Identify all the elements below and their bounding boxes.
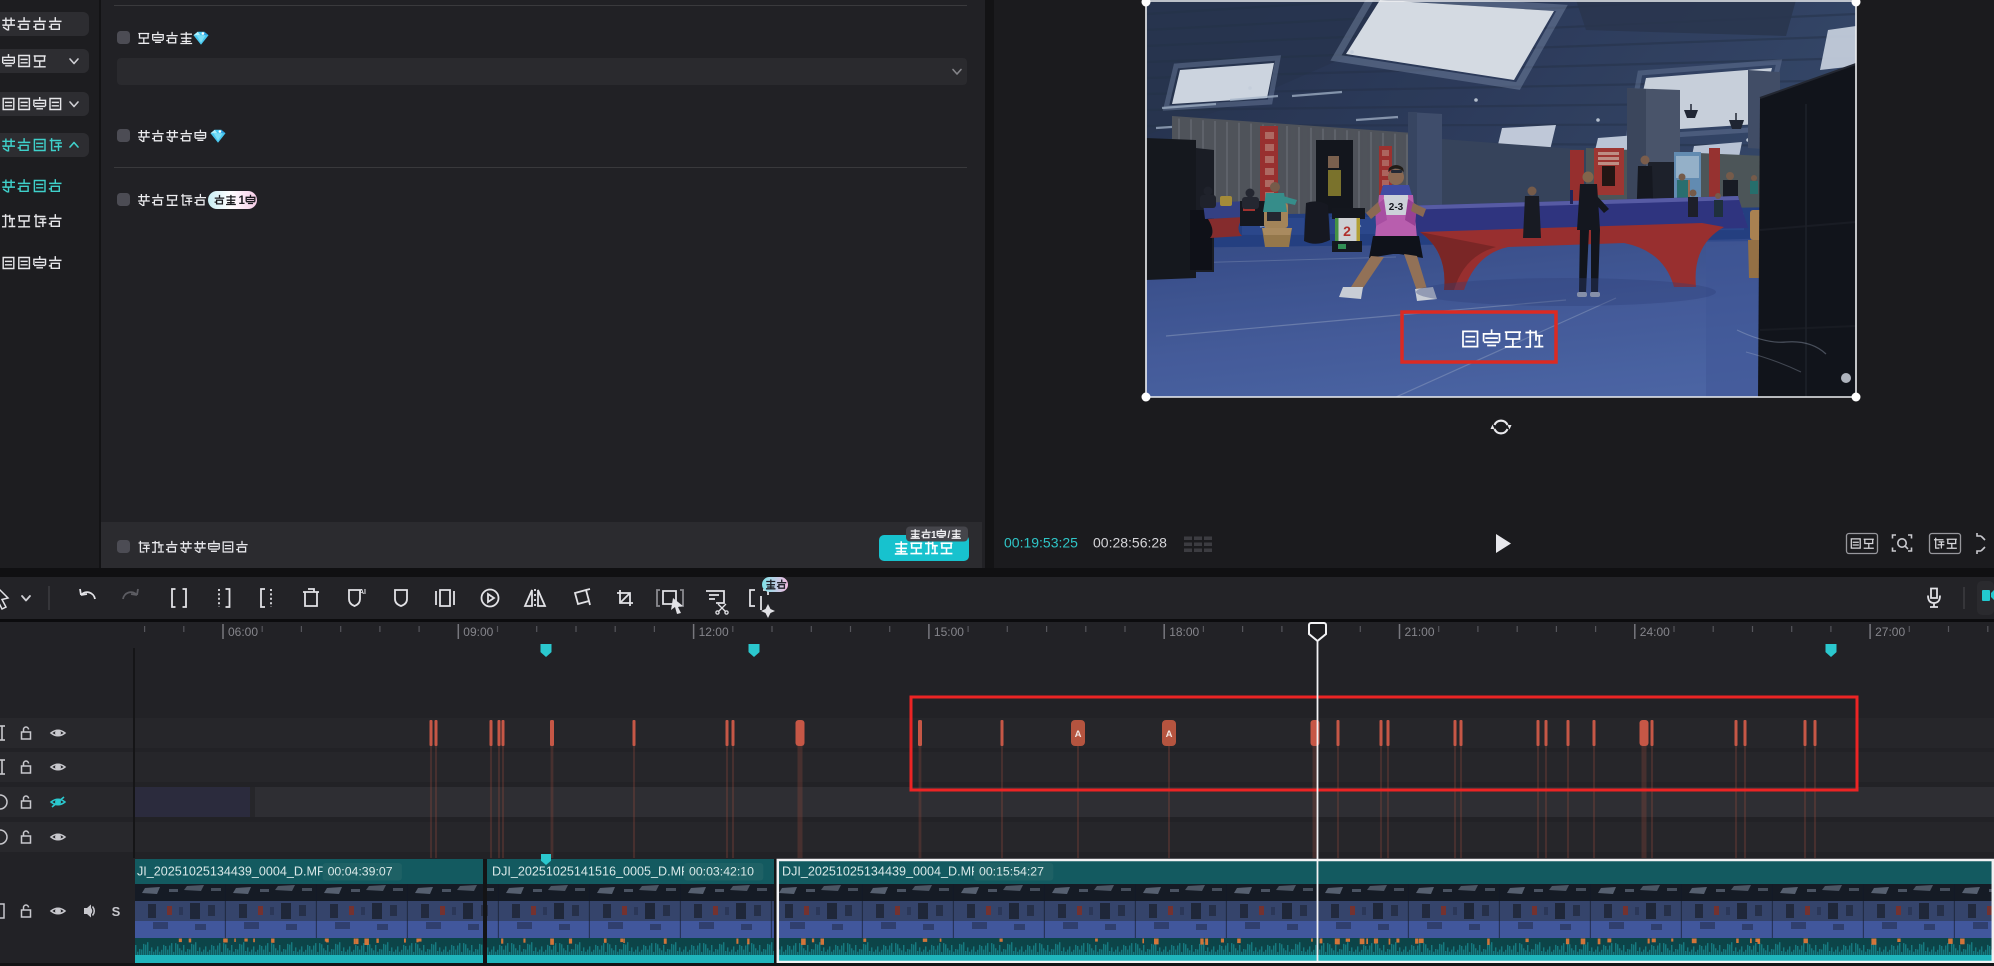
svg-text:27:00: 27:00 [1875,625,1905,639]
svg-text:15:00: 15:00 [934,625,964,639]
svg-text:00:19:53:25: 00:19:53:25 [1004,535,1078,551]
svg-text:1: 1 [239,195,246,207]
svg-text:06:00: 06:00 [228,625,258,639]
svg-text:AI: AI [359,589,366,596]
svg-text:00:03:42:10: 00:03:42:10 [689,865,754,879]
svg-text:S: S [112,904,121,919]
svg-text:09:00: 09:00 [463,625,493,639]
svg-text:A: A [1166,729,1173,740]
svg-text:DJI_20251025141516_0005_D.MP4: DJI_20251025141516_0005_D.MP4 [492,865,696,879]
svg-text:1: 1 [931,530,937,541]
svg-text:00:04:39:07: 00:04:39:07 [328,865,393,879]
svg-text:00:28:56:28: 00:28:56:28 [1093,535,1167,551]
svg-text:A: A [1075,729,1082,740]
svg-text:DJI_20251025134439_0004_D.MP4: DJI_20251025134439_0004_D.MP4 [782,865,986,879]
svg-text:12:00: 12:00 [699,625,729,639]
svg-text:21:00: 21:00 [1405,625,1435,639]
svg-text:18:00: 18:00 [1169,625,1199,639]
svg-text:/: / [948,530,951,541]
svg-text:JI_20251025134439_0004_D.MP4: JI_20251025134439_0004_D.MP4 [137,865,332,879]
svg-text:24:00: 24:00 [1640,625,1670,639]
svg-text:00:15:54:27: 00:15:54:27 [979,865,1044,879]
